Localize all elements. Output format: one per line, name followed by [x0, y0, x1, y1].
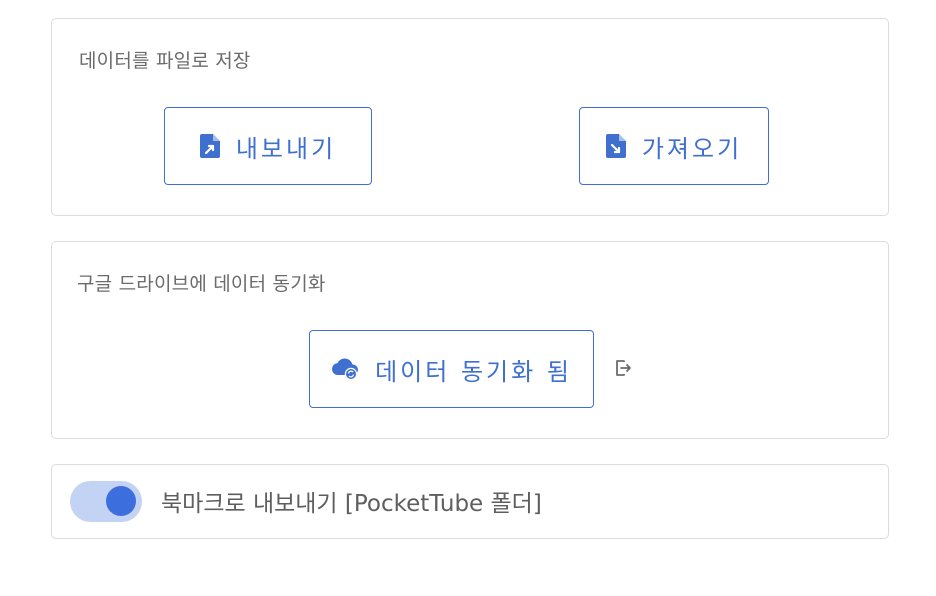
sync-button-label: 데이터 동기화 됨 [375, 357, 572, 386]
bookmark-export-label: 북마크로 내보내기 [PocketTube 폴더] [161, 491, 542, 517]
file-export-icon [199, 134, 220, 158]
file-save-card: 데이터를 파일로 저장 내보내기 가져오기 [51, 18, 889, 216]
file-save-title: 데이터를 파일로 저장 [79, 50, 251, 72]
bookmark-export-toggle[interactable] [70, 481, 142, 522]
cloud-sync-icon [331, 357, 359, 381]
import-button-label: 가져오기 [641, 134, 743, 163]
export-button-label: 내보내기 [235, 134, 337, 163]
sync-button[interactable]: 데이터 동기화 됨 [309, 330, 594, 408]
file-import-icon [605, 134, 626, 158]
toggle-knob [106, 486, 136, 516]
drive-sync-card: 구글 드라이브에 데이터 동기화 데이터 동기화 됨 [51, 241, 889, 439]
import-button[interactable]: 가져오기 [579, 107, 769, 185]
logout-icon[interactable] [614, 359, 632, 377]
export-button[interactable]: 내보내기 [164, 107, 372, 185]
bookmark-export-card: 북마크로 내보내기 [PocketTube 폴더] [51, 464, 889, 539]
drive-sync-title: 구글 드라이브에 데이터 동기화 [77, 273, 326, 295]
